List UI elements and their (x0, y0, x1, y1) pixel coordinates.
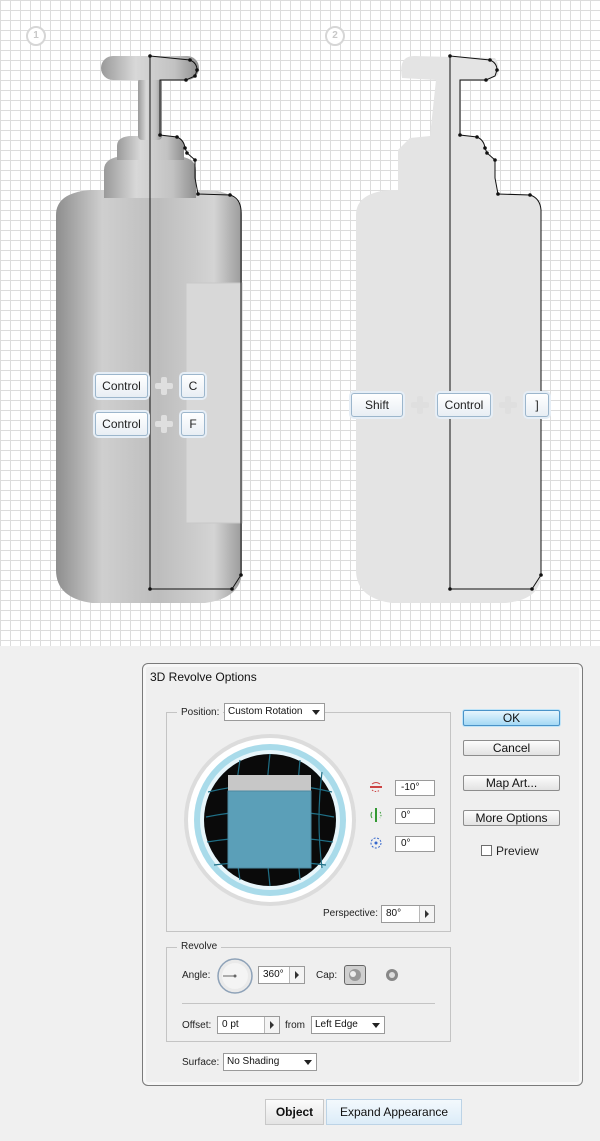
cap-off-button[interactable] (383, 966, 401, 984)
offset-label: Offset: (182, 1020, 212, 1031)
chevron-down-icon (304, 1060, 312, 1065)
bottle-silhouette (356, 54, 543, 603)
plus-icon (154, 376, 174, 396)
angle-label: Angle: (182, 970, 211, 981)
plus-icon (498, 395, 518, 415)
key-control: Control (437, 393, 491, 417)
perspective-label: Perspective: (323, 908, 379, 919)
divider (182, 1003, 435, 1004)
artboard-canvas: 1 2 Control C Control F Shift Control] (0, 0, 600, 646)
rotate-z-icon (370, 837, 382, 849)
rotate-y-icon (370, 808, 382, 822)
preview-checkbox[interactable] (481, 845, 492, 856)
chevron-down-icon (312, 710, 320, 715)
key-shift: Shift (351, 393, 403, 417)
solid-cap-icon (349, 969, 361, 981)
key-f: F (181, 412, 205, 436)
from-select[interactable]: Left Edge (311, 1016, 385, 1034)
position-label: Position: (177, 707, 224, 718)
arrow-right-icon[interactable] (264, 1017, 279, 1033)
hollow-cap-icon (386, 969, 398, 981)
bottle-shaded (56, 54, 243, 603)
offset-spinner[interactable]: 0 pt (217, 1016, 280, 1034)
key-c: C (181, 374, 205, 398)
perspective-value: 80° (386, 908, 402, 919)
more-options-button[interactable]: More Options (463, 810, 560, 826)
key-control: Control (95, 412, 148, 436)
angle-spinner[interactable]: 360° (258, 966, 305, 984)
cap-label: Cap: (316, 970, 338, 981)
bottle-illustration (56, 54, 543, 603)
plus-icon (410, 395, 430, 415)
cancel-button[interactable]: Cancel (463, 740, 560, 756)
angle-dial[interactable] (217, 958, 253, 994)
preview-label: Preview (496, 844, 539, 858)
from-label: from (285, 1020, 305, 1031)
position-select-value: Custom Rotation (228, 706, 303, 717)
rotate-z-field[interactable]: 0° (395, 836, 435, 852)
key-control: Control (95, 374, 148, 398)
expand-appearance-button[interactable]: Expand Appearance (326, 1099, 462, 1125)
offset-value: 0 pt (222, 1019, 239, 1030)
from-select-value: Left Edge (315, 1019, 358, 1030)
revolve-label: Revolve (177, 941, 222, 952)
cap-on-button[interactable] (344, 965, 366, 985)
arrow-right-icon[interactable] (289, 967, 304, 983)
rotate-x-field[interactable]: -10° (395, 780, 435, 796)
rotate-x-icon (370, 782, 382, 792)
object-tab[interactable]: Object (265, 1099, 324, 1125)
surface-select-value: No Shading (227, 1056, 280, 1067)
angle-value: 360° (263, 969, 284, 980)
chevron-down-icon (372, 1023, 380, 1028)
key-bracket: ] (525, 393, 549, 417)
perspective-spinner[interactable]: 80° (381, 905, 435, 923)
surface-label: Surface: (182, 1057, 220, 1068)
plus-icon (154, 414, 174, 434)
surface-select[interactable]: No Shading (223, 1053, 317, 1071)
dialog-title: 3D Revolve Options (150, 670, 257, 684)
rotation-track-cube[interactable] (182, 732, 358, 908)
map-art-button[interactable]: Map Art... (463, 775, 560, 791)
arrow-right-icon[interactable] (419, 906, 434, 922)
rotate-y-field[interactable]: 0° (395, 808, 435, 824)
position-select[interactable]: Custom Rotation (224, 703, 325, 721)
ok-button[interactable]: OK (463, 710, 560, 726)
